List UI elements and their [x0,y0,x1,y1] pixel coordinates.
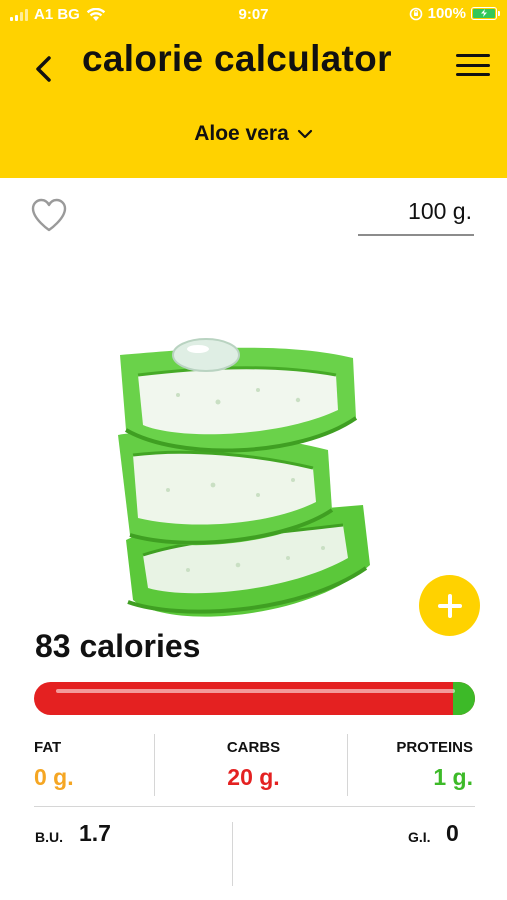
calorie-bar-protein-segment [452,682,475,715]
menu-line [456,73,490,76]
carbs-label: CARBS [226,739,281,756]
food-name: Aloe vera [194,122,289,145]
battery-percent: 100% [427,5,466,22]
back-button[interactable] [28,52,58,86]
calories-total: 83 calories [35,628,201,664]
calorie-bar-highlight [56,689,455,693]
calorie-bar [34,682,475,715]
aloe-vera-slices-image [118,338,370,617]
fat-value: 0 g. [34,764,74,790]
bu-value: 1.7 [79,820,111,846]
battery-icon [471,7,500,20]
indices-divider [232,822,233,886]
weight-input[interactable]: 100 g. [358,196,474,236]
section-divider [34,806,475,807]
gi-label: G.I. [408,829,431,845]
heart-outline-icon[interactable] [30,197,68,233]
chevron-left-icon [36,56,51,82]
menu-button[interactable] [456,52,490,78]
chevron-down-icon [297,129,312,139]
food-selector[interactable]: Aloe vera [0,122,507,146]
carbs-value: 20 g. [227,764,280,790]
gi-value: 0 [446,820,459,846]
proteins-value: 1 g. [433,764,473,790]
weight-value: 100 g. [408,198,472,224]
page-title: calorie calculator [82,38,392,79]
bu-label: B.U. [35,829,63,845]
menu-line [456,54,490,57]
proteins-label: PROTEINS [396,739,473,756]
plus-icon-vertical [447,593,452,618]
orientation-lock-icon [409,7,422,20]
status-bar: A1 BG 9:07 100% [0,0,507,30]
macro-divider [347,734,348,796]
add-button[interactable] [419,575,480,636]
status-right: 100% [409,5,500,22]
menu-line [456,63,490,67]
app-header: A1 BG 9:07 100% calorie calculator Aloe … [0,0,507,178]
fat-label: FAT [34,739,62,756]
